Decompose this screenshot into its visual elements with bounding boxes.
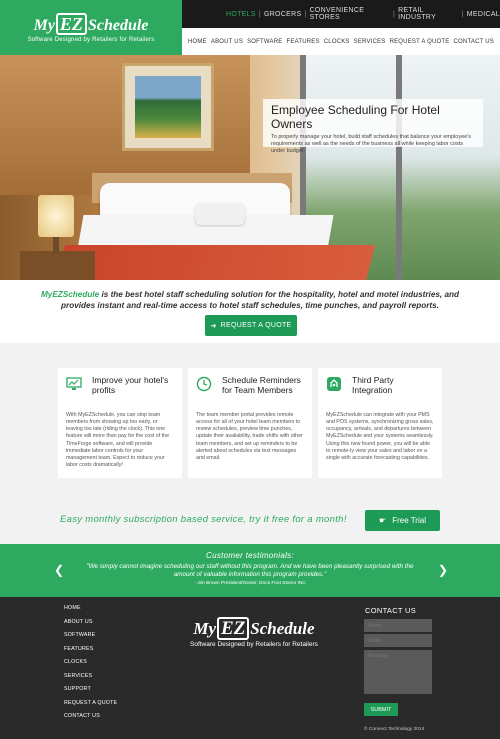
feature-title: Schedule Reminders for Team Members [222, 375, 301, 396]
hero-painting-image [122, 63, 214, 151]
feature-title: Improve your hotel's profits [92, 375, 169, 396]
logo[interactable]: My EZ Schedule Software Designed by Retail… [0, 0, 182, 55]
integration-icon [326, 376, 342, 392]
industry-hotels[interactable]: HOTELS [226, 11, 256, 18]
footer-link-support[interactable]: SUPPORT [64, 686, 117, 700]
submit-button[interactable]: SUBMIT [364, 703, 398, 716]
hand-pointer-icon: ☛ [379, 516, 387, 525]
footer-link-home[interactable]: HOME [64, 605, 117, 619]
footer-link-software[interactable]: SOFTWARE [64, 632, 117, 646]
hero-caption: Employee Scheduling For Hotel Owners To … [263, 99, 483, 154]
nav-contact-us[interactable]: CONTACT US [454, 39, 494, 45]
request-quote-button[interactable]: ➜ REQUEST A QUOTE [205, 315, 297, 336]
nav-clocks[interactable]: CLOCKS [324, 39, 350, 45]
logo-my: My [33, 16, 55, 34]
chevron-left-icon[interactable]: ❮ [54, 563, 64, 577]
feature-card-profits: Improve your hotel's profits With MyEZSc… [58, 368, 182, 478]
nav-software[interactable]: SOFTWARE [247, 39, 282, 45]
feature-card-integration: Third Party Integration MyEZSchedule can… [318, 368, 442, 478]
feature-body: With MyEZSchedule, you can stop team mem… [66, 412, 170, 468]
industry-medical[interactable]: MEDICAL [467, 11, 500, 18]
testimonial-author: - Jim Brown President/Owner, Docs Foot S… [194, 581, 306, 587]
nav-features[interactable]: FEATURES [287, 39, 320, 45]
contact-title: CONTACT US [365, 606, 417, 615]
testimonials-section: ❮ Customer testimonials: "We simply cann… [0, 544, 500, 597]
free-trial-label: Free Trial [392, 516, 426, 525]
testimonials-title: Customer testimonials: [206, 551, 294, 560]
feature-body: The team member portal provides remote a… [196, 412, 303, 461]
industry-convenience-stores[interactable]: CONVENIENCE STORES [310, 7, 390, 21]
footer-link-about-us[interactable]: ABOUT US [64, 619, 117, 633]
chevron-right-icon[interactable]: ❯ [438, 563, 448, 577]
logo-schedule: Schedule [87, 16, 149, 34]
testimonial-quote: "We simply cannot imagine scheduling our… [86, 563, 414, 579]
arrow-right-icon: ➜ [210, 322, 217, 330]
footer-link-services[interactable]: SERVICES [64, 673, 117, 687]
name-field[interactable] [364, 619, 432, 632]
nav-request-quote[interactable]: REQUEST A QUOTE [390, 39, 450, 45]
intro-text: MyEZSchedule is the best hotel staff sch… [40, 289, 460, 311]
industry-nav: HOTELS | GROCERS | CONVENIENCE STORES | RET… [182, 0, 500, 28]
footer-nav: HOME ABOUT US SOFTWARE FEATURES CLOCKS S… [64, 605, 117, 727]
email-field[interactable] [364, 634, 432, 647]
hero-text: To properly manage your hotel, build sta… [271, 134, 471, 155]
hero-banner: Employee Scheduling For Hotel Owners To … [0, 55, 500, 280]
chart-monitor-icon [66, 376, 82, 392]
hero-title: Employee Scheduling For Hotel Owners [271, 103, 440, 131]
footer-link-contact-us[interactable]: CONTACT US [64, 713, 117, 727]
feature-title: Third Party Integration [352, 375, 394, 396]
trial-text: Easy monthly subscription based service,… [60, 514, 347, 525]
footer-link-request-quote[interactable]: REQUEST A QUOTE [64, 700, 117, 714]
industry-retail[interactable]: RETAIL INDUSTRY [398, 7, 459, 21]
nav-services[interactable]: SERVICES [354, 39, 386, 45]
intro-body: is the best hotel staff scheduling solut… [61, 290, 460, 311]
footer-logo[interactable]: My EZ Schedule Software Designed by Retail… [190, 617, 318, 649]
clock-icon [196, 376, 212, 392]
main-nav: HOME ABOUT US SOFTWARE FEATURES CLOCKS S… [182, 28, 500, 55]
nav-home[interactable]: HOME [188, 39, 207, 45]
request-quote-label: REQUEST A QUOTE [220, 322, 292, 329]
industry-grocers[interactable]: GROCERS [264, 11, 302, 18]
hero-lamp-image [38, 195, 74, 237]
site-header: My EZ Schedule Software Designed by Retail… [0, 0, 500, 55]
feature-card-reminders: Schedule Reminders for Team Members The … [188, 368, 312, 478]
logo-tagline: Software Designed by Retailers for Retai… [27, 36, 155, 43]
copyright: © Connect Technology 2014 [364, 727, 425, 732]
feature-body: MyEZSchedule can integrate with your PMS… [326, 412, 434, 461]
message-field[interactable] [364, 650, 432, 694]
intro-brand: MyEZSchedule [40, 290, 100, 299]
nav-about-us[interactable]: ABOUT US [211, 39, 243, 45]
footer-link-clocks[interactable]: CLOCKS [64, 659, 117, 673]
footer-link-features[interactable]: FEATURES [64, 646, 117, 660]
logo-ez: EZ [55, 12, 87, 35]
free-trial-button[interactable]: ☛ Free Trial [365, 510, 440, 531]
